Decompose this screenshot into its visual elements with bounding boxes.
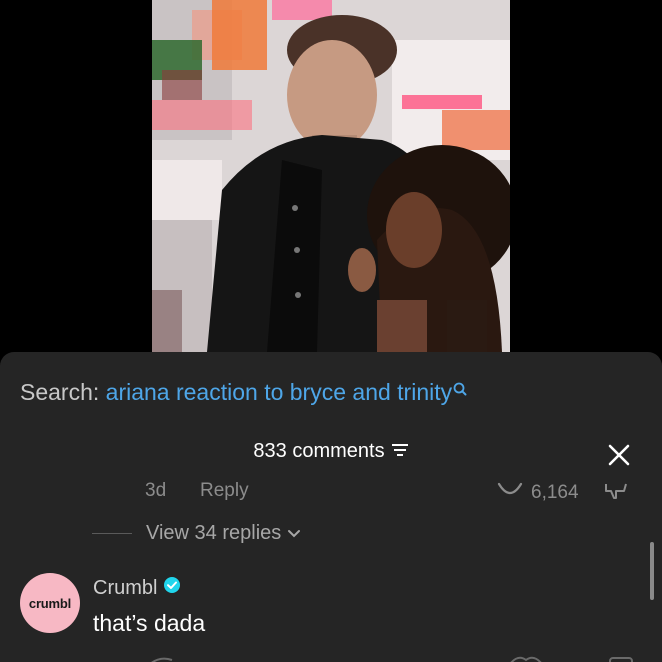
scrollbar[interactable] [650,542,654,600]
dislike-icon[interactable] [604,482,628,506]
avatar[interactable]: crumbl [20,573,80,633]
verified-badge-icon [163,576,181,600]
search-query-link[interactable]: ariana reaction to bryce and trinity [106,379,452,405]
comment-username: Crumbl [93,576,158,599]
chevron-down-icon [287,522,301,545]
like-count: 6,164 [531,482,579,503]
close-icon[interactable] [608,444,630,466]
next-row-peek [0,650,662,662]
comment-author[interactable]: Crumbl [93,576,181,600]
previous-comment-meta: 3d Reply 6,164 [0,480,662,503]
search-suggestion[interactable]: Search: ariana reaction to bryce and tri… [20,379,467,406]
video-frame[interactable] [152,0,510,352]
view-replies-button[interactable]: View 34 replies [92,522,301,545]
comment-count: 833 comments [253,440,385,462]
avatar-logo-text: crumbl [28,595,72,611]
comment-timestamp: 3d [145,480,167,501]
filter-icon [391,440,409,463]
view-replies-label: View 34 replies [146,522,282,544]
search-prefix: Search: [20,379,100,405]
video-still [152,0,510,352]
like-button[interactable]: 6,164 [497,480,579,506]
reply-button[interactable]: Reply [200,480,249,502]
replies-divider [92,533,132,534]
heart-icon [497,480,523,506]
comment-sort-button[interactable]: 833 comments [253,440,408,463]
comment-text: that’s dada [93,610,206,636]
search-icon [453,377,467,404]
comments-header: 833 comments [0,440,662,463]
comments-sheet: Search: ariana reaction to bryce and tri… [0,352,662,662]
